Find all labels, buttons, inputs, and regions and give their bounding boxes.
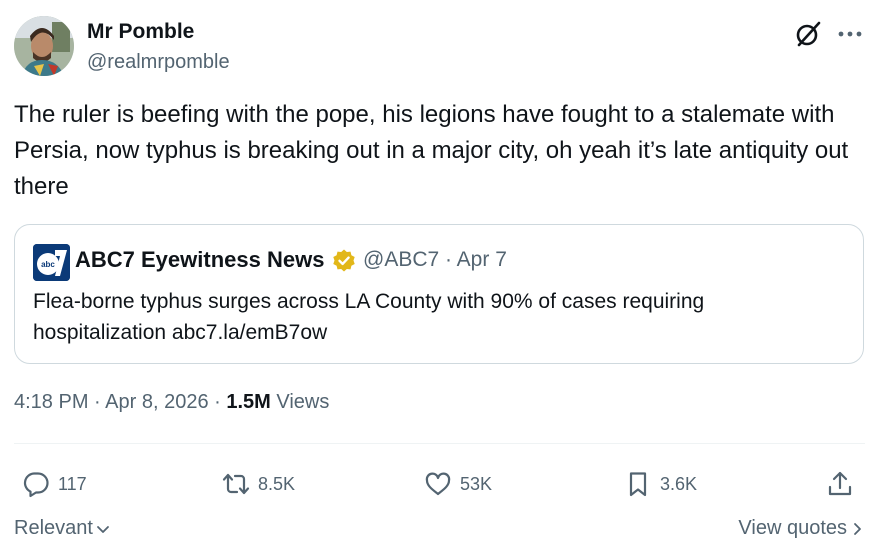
verified-badge-icon [333, 249, 355, 272]
author-handle[interactable]: @realmrpomble [87, 51, 230, 74]
share-icon [828, 471, 852, 496]
abc7-logo[interactable]: abc [33, 244, 70, 281]
tweet-footer: Relevant View quotes [14, 515, 865, 545]
quoted-author-name[interactable]: ABC7 Eyewitness News [75, 247, 324, 273]
avatar[interactable] [14, 16, 74, 76]
abc7-logo-icon: abc [33, 244, 70, 281]
chevron-right-icon [854, 522, 861, 535]
views-label: Views [270, 391, 330, 413]
reply-count: 117 [58, 473, 87, 494]
action-bar: 117 8.5K 53K 3.6K [14, 466, 865, 502]
reply-button[interactable]: 117 [22, 466, 87, 502]
like-count: 53K [460, 473, 493, 494]
repost-button[interactable]: 8.5K [222, 466, 295, 502]
tweet-meta: 4:18 PM · Apr 8, 2026 · 1.5M Views [14, 391, 329, 414]
chevron-down-icon [97, 525, 109, 533]
timestamp[interactable]: 4:18 PM · Apr 8, 2026 · [14, 391, 226, 413]
heart-icon [425, 472, 451, 496]
sort-label: Relevant [14, 517, 93, 539]
author-name[interactable]: Mr Pomble [87, 20, 194, 44]
quoted-text: Flea-borne typhus surges across LA Count… [33, 290, 705, 344]
share-button[interactable] [826, 466, 862, 502]
repost-count: 8.5K [258, 473, 296, 494]
bookmark-count: 3.6K [660, 473, 698, 494]
like-button[interactable]: 53K [424, 466, 492, 502]
avatar-image [14, 16, 74, 76]
grok-icon[interactable] [794, 20, 822, 48]
quoted-tweet[interactable]: abc ABC7 Eyewitness News @ABC7 · Apr 7 F… [14, 224, 864, 364]
views-count: 1.5M [226, 391, 271, 413]
bookmark-icon [629, 472, 647, 497]
abc7-logo-text: abc [41, 260, 55, 269]
tweet-header: Mr Pomble @realmrpomble [14, 16, 865, 78]
quoted-handle-date[interactable]: @ABC7 · Apr 7 [363, 248, 507, 272]
sort-relevant-dropdown[interactable]: Relevant [14, 517, 111, 540]
view-quotes-link[interactable]: View quotes [738, 517, 865, 540]
divider [14, 443, 865, 444]
view-quotes-label: View quotes [738, 517, 847, 539]
retweet-icon [222, 473, 250, 495]
bookmark-button[interactable]: 3.6K [624, 466, 697, 502]
more-icon[interactable] [836, 26, 864, 42]
reply-icon [23, 472, 49, 498]
tweet-text: The ruler is beefing with the pope, his … [14, 101, 849, 200]
